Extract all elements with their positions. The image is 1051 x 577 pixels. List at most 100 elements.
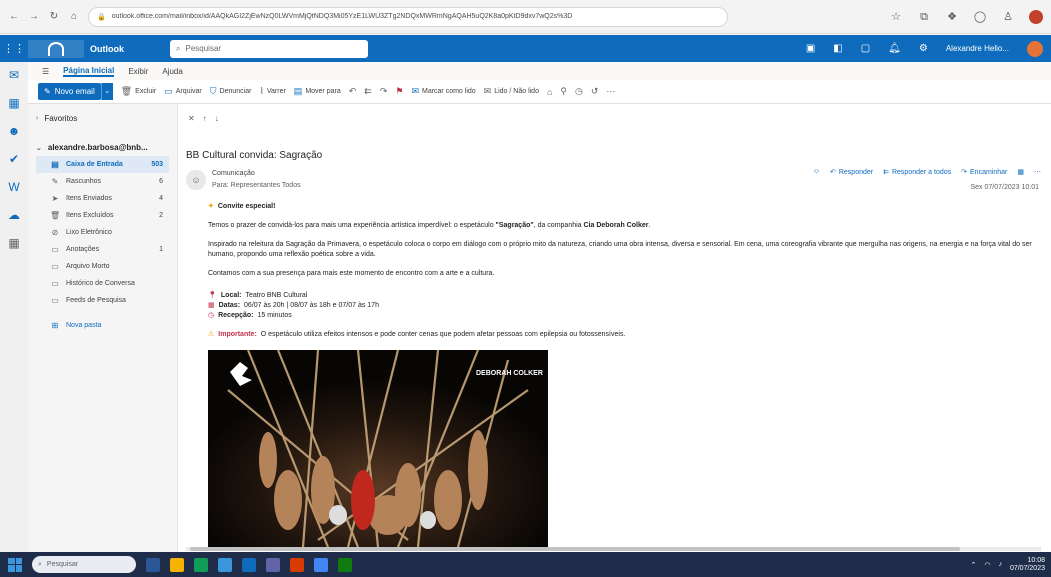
- message-actions: ☺ ↶ Responder ⇇ Responder a todos ↷ Encamin…: [813, 168, 1041, 176]
- sender-avatar[interactable]: ☺: [186, 170, 206, 190]
- forward-button[interactable]: ↷: [380, 86, 388, 97]
- reply-icon: ↶: [829, 169, 836, 176]
- clock[interactable]: 10:08 07/07/2023: [1010, 557, 1045, 573]
- tag-button[interactable]: ⌂: [547, 87, 552, 97]
- read-unread-button[interactable]: ✉︎ Lido / Não lido: [484, 86, 539, 97]
- flag-button[interactable]: ⚑: [395, 86, 403, 97]
- folder-deleted[interactable]: 🗑︎ Itens Excluídos 2: [36, 207, 169, 224]
- emoji-icon[interactable]: ☺: [813, 168, 820, 176]
- horizontal-scrollbar[interactable]: [186, 547, 1041, 551]
- arrow-down-icon[interactable]: ↓: [215, 114, 219, 123]
- collapse-ribbon-icon[interactable]: ☰: [42, 67, 49, 76]
- forward-button[interactable]: ↷ Encaminhar: [961, 168, 1008, 177]
- poster-brand: DEBORAH COLKER: [476, 370, 543, 377]
- archive-button[interactable]: ▭ Arquivar: [164, 86, 202, 97]
- back-icon[interactable]: ←: [8, 11, 20, 23]
- mail-icon[interactable]: ✉︎: [7, 68, 21, 82]
- pin-button[interactable]: ⚲: [560, 86, 567, 97]
- meet-now-icon[interactable]: ▣: [806, 43, 815, 54]
- app-name[interactable]: Outlook: [90, 44, 124, 54]
- close-icon[interactable]: ✕: [188, 114, 195, 123]
- home-icon[interactable]: ⌂: [68, 11, 80, 23]
- new-mail-dropdown[interactable]: ⌄: [100, 83, 113, 100]
- arrow-up-icon[interactable]: ↑: [203, 114, 207, 123]
- sender-name[interactable]: Comunicação: [212, 170, 255, 177]
- account-section[interactable]: ⌄ alexandre.barbosa@bnb...: [36, 139, 169, 156]
- folder-sent[interactable]: ➤ Itens Enviados 4: [36, 190, 169, 207]
- sweep-button[interactable]: ⌇ Varrer: [259, 86, 285, 97]
- new-folder-link[interactable]: ⊞ Nova pasta: [36, 317, 169, 334]
- folder-archive[interactable]: ▭ Arquivo Morto: [36, 258, 169, 275]
- user-name[interactable]: Alexandre Helio...: [946, 44, 1009, 53]
- mark-read-button[interactable]: ✉︎ Marcar como lido: [411, 86, 475, 97]
- volume-icon[interactable]: ♪: [998, 561, 1002, 568]
- file-explorer-icon[interactable]: [170, 557, 184, 572]
- onedrive-icon[interactable]: ☁︎: [7, 208, 21, 222]
- folder-drafts[interactable]: ✎ Rascunhos 6: [36, 173, 169, 190]
- windows-start-icon[interactable]: [8, 557, 22, 572]
- new-mail-button[interactable]: ✎ Novo email: [38, 83, 101, 100]
- reply-button[interactable]: ↶ Responder: [829, 168, 873, 177]
- more-button[interactable]: ⋯: [606, 86, 615, 97]
- reply-all-button[interactable]: ⇇ Responder a todos: [883, 168, 951, 177]
- reply-all-button[interactable]: ⇇: [364, 86, 372, 97]
- invite-text: Convite especial!: [217, 203, 276, 210]
- favorites-icon[interactable]: ❖: [945, 10, 959, 24]
- star-icon[interactable]: ☆: [889, 10, 903, 24]
- undo-button[interactable]: ↺: [591, 86, 599, 97]
- detail-local: 📍︎ Local: Teatro BNB Cultural: [208, 291, 1043, 301]
- todo-icon[interactable]: ✔︎: [7, 152, 21, 166]
- tab-help[interactable]: Ajuda: [162, 67, 182, 76]
- apps-icon[interactable]: ▦: [1017, 168, 1024, 176]
- tab-view[interactable]: Exibir: [128, 67, 148, 76]
- excel-icon[interactable]: [338, 557, 352, 572]
- move-to-button[interactable]: ▤ Mover para: [294, 86, 341, 97]
- office-icon[interactable]: [290, 557, 304, 572]
- store-icon[interactable]: [218, 557, 232, 572]
- favorites-section[interactable]: › Favoritos: [36, 110, 169, 127]
- forward-label: Encaminhar: [970, 168, 1008, 176]
- user-icon[interactable]: ♙: [1001, 10, 1015, 24]
- chevron-up-icon[interactable]: ⌃: [970, 561, 976, 569]
- windows-taskbar: ⌕ Pesquisar ⌃ ◠ ♪ 10:08 07/07/2023: [0, 552, 1051, 577]
- wifi-icon[interactable]: ◠: [984, 561, 990, 569]
- user-avatar[interactable]: [1027, 40, 1043, 57]
- snooze-button[interactable]: ◷: [575, 86, 583, 97]
- message-subject: BB Cultural convida: Sagração: [186, 150, 323, 161]
- teams-icon[interactable]: ◧: [833, 43, 842, 54]
- more-apps-icon[interactable]: ▦: [7, 236, 21, 250]
- reply-button[interactable]: ↶: [349, 86, 357, 97]
- task-view-icon[interactable]: [146, 557, 160, 572]
- address-bar[interactable]: 🔒 outlook.office.com/mail/inbox/id/AAQkA…: [88, 6, 728, 27]
- extensions-icon[interactable]: ⧉: [917, 10, 931, 24]
- outlook-icon[interactable]: [242, 557, 256, 572]
- forward-icon[interactable]: →: [28, 11, 40, 23]
- delete-button[interactable]: 🗑︎ Excluir: [121, 86, 156, 97]
- calendar-icon[interactable]: ▦: [7, 96, 21, 110]
- folder-junk[interactable]: ⊘ Lixo Eletrônico: [36, 224, 169, 241]
- folder-notes[interactable]: ▭ Anotações 1: [36, 241, 169, 258]
- profile-icon[interactable]: ◯: [973, 10, 987, 24]
- settings-icon[interactable]: ⚙︎: [919, 43, 928, 54]
- notifications-icon[interactable]: 🔔︎: [888, 43, 901, 54]
- folder-inbox[interactable]: ▤ Caixa de Entrada 503: [36, 156, 169, 173]
- folder-history[interactable]: ▭ Histórico de Conversa: [36, 275, 169, 292]
- browser-avatar[interactable]: [1029, 9, 1043, 24]
- edge-icon[interactable]: [194, 557, 208, 572]
- tab-home[interactable]: Página Inicial: [63, 66, 115, 77]
- app-launcher-icon[interactable]: ⋮⋮: [0, 42, 28, 55]
- taskbar-search[interactable]: ⌕ Pesquisar: [32, 556, 136, 573]
- search-input[interactable]: ⌕ Pesquisar: [170, 39, 368, 58]
- refresh-icon[interactable]: ↻: [48, 11, 60, 23]
- people-icon[interactable]: ☻: [7, 124, 21, 138]
- word-icon[interactable]: W: [7, 180, 21, 194]
- teams-icon[interactable]: [266, 557, 280, 572]
- scrollbar-thumb[interactable]: [190, 547, 960, 551]
- more-icon[interactable]: ⋯: [1034, 168, 1041, 176]
- chrome-icon[interactable]: [314, 557, 328, 572]
- folder-rss[interactable]: ▭ Feeds de Pesquisa: [36, 292, 169, 309]
- calendar-icon[interactable]: ▢: [861, 43, 870, 54]
- inbox-icon: ▤: [51, 160, 59, 169]
- report-button[interactable]: ⛉ Denunciar: [210, 86, 252, 97]
- read-icon: ✉︎: [411, 86, 419, 96]
